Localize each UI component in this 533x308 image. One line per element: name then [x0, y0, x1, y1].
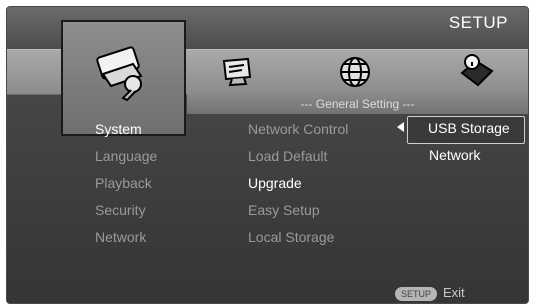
option-local-storage[interactable]: Local Storage [248, 228, 348, 255]
exit-label: Exit [443, 285, 465, 300]
option-upgrade[interactable]: Upgrade [248, 174, 348, 201]
option-menu: Network Control Load Default Upgrade Eas… [248, 120, 348, 255]
tab-system[interactable] [61, 20, 186, 136]
globe-icon[interactable] [337, 55, 373, 89]
footer-hint: SETUP Exit [395, 285, 465, 301]
upgrade-source-menu: USB Storage Network [397, 116, 525, 170]
option-load-default[interactable]: Load Default [248, 147, 348, 174]
category-menu: System Language Playback Security Networ… [95, 120, 157, 255]
monitor-icon[interactable] [220, 57, 258, 87]
info-book-icon[interactable] [458, 53, 496, 87]
setup-screen: SETUP --- General Setting --- System Lan… [6, 6, 529, 304]
page-title: SETUP [448, 13, 508, 32]
category-system[interactable]: System [95, 120, 157, 147]
category-language[interactable]: Language [95, 147, 157, 174]
setup-button-icon[interactable]: SETUP [395, 286, 437, 301]
section-title: --- General Setting --- [187, 94, 528, 114]
source-usb-storage[interactable]: USB Storage [407, 116, 525, 144]
category-security[interactable]: Security [95, 201, 157, 228]
left-arrow-icon [397, 122, 404, 132]
category-playback[interactable]: Playback [95, 174, 157, 201]
tools-icon [96, 46, 143, 102]
category-network[interactable]: Network [95, 228, 157, 255]
source-network[interactable]: Network [407, 144, 525, 170]
option-easy-setup[interactable]: Easy Setup [248, 201, 348, 228]
option-network-control[interactable]: Network Control [248, 120, 348, 147]
